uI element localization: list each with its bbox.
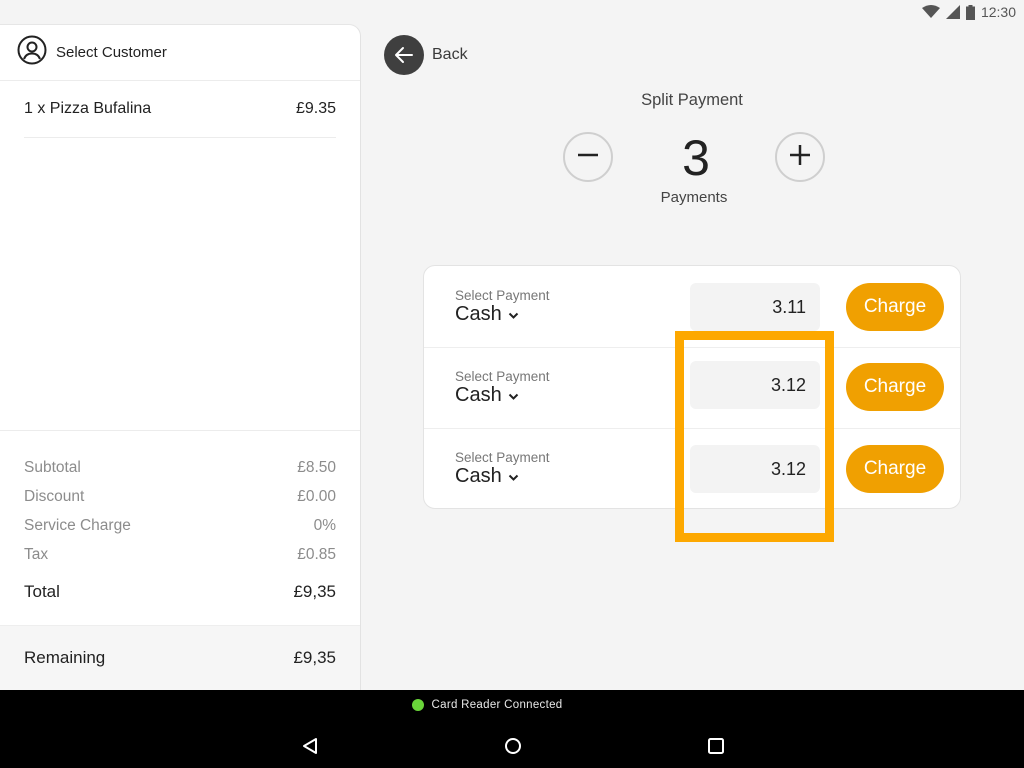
remaining-value: £9,35 <box>293 648 336 667</box>
back-nav-icon[interactable] <box>298 734 322 758</box>
summary-label: Tax <box>24 545 49 563</box>
payment-amount-input[interactable] <box>690 283 820 331</box>
payment-method-value: Cash <box>455 465 502 487</box>
total-label: Total <box>24 582 60 601</box>
payment-row: Select Payment Cash Charge <box>424 266 960 347</box>
order-summary: Subtotal £8.50 Discount £0.00 Service Ch… <box>0 430 360 607</box>
item-name: 1 x Pizza Bufalina <box>24 100 152 117</box>
card-reader-status: Card Reader Connected <box>0 699 1024 711</box>
recents-nav-icon[interactable] <box>704 734 728 758</box>
total-value: £9,35 <box>293 582 336 601</box>
summary-value: £8.50 <box>297 458 336 476</box>
select-customer-button[interactable]: Select Customer <box>0 25 360 81</box>
charge-button[interactable]: Charge <box>846 283 944 331</box>
summary-label: Service Charge <box>24 516 131 534</box>
decrease-payments-button[interactable] <box>563 132 613 182</box>
status-bar: 12:30 <box>921 0 1024 24</box>
plus-icon <box>788 143 812 172</box>
select-payment-label: Select Payment <box>455 369 550 384</box>
payment-amount-input[interactable] <box>690 361 820 409</box>
payment-row: Select Payment Cash Charge <box>424 428 960 508</box>
payments-list: Select Payment Cash Charge Select Paymen… <box>423 265 961 509</box>
charge-button[interactable]: Charge <box>846 363 944 411</box>
payment-method-select[interactable]: Select Payment Cash <box>455 288 550 326</box>
home-nav-icon[interactable] <box>501 734 525 758</box>
battery-icon <box>965 4 975 20</box>
select-payment-label: Select Payment <box>455 450 550 465</box>
summary-row-total: Total £9,35 <box>24 577 336 607</box>
order-line-item[interactable]: 1 x Pizza Bufalina £9.35 <box>24 81 336 138</box>
summary-label: Subtotal <box>24 458 81 476</box>
arrow-left-icon <box>384 35 424 75</box>
summary-value: £0.85 <box>297 545 336 563</box>
summary-value: 0% <box>313 516 336 534</box>
system-nav-bar: Card Reader Connected <box>0 690 1024 768</box>
payment-count: 3 <box>682 130 710 186</box>
card-reader-status-text: Card Reader Connected <box>431 699 563 711</box>
payment-amount-input[interactable] <box>690 445 820 493</box>
chevron-down-icon <box>508 303 519 326</box>
increase-payments-button[interactable] <box>775 132 825 182</box>
payment-method-value: Cash <box>455 303 502 325</box>
pos-screen: 12:30 Select Customer 1 x Pizza Bufalina… <box>0 0 1024 768</box>
connected-status-icon <box>411 699 424 711</box>
chevron-down-icon <box>508 384 519 407</box>
chevron-down-icon <box>508 465 519 488</box>
user-circle-icon <box>17 35 47 70</box>
back-button[interactable]: Back <box>384 35 468 75</box>
summary-row-subtotal: Subtotal £8.50 <box>24 453 336 482</box>
remaining-label: Remaining <box>24 648 106 667</box>
split-payment-title: Split Payment <box>641 91 743 109</box>
cell-signal-icon <box>945 5 960 19</box>
order-panel: Select Customer 1 x Pizza Bufalina £9.35… <box>0 24 361 690</box>
payment-count-label: Payments <box>660 189 728 206</box>
back-label: Back <box>432 46 468 63</box>
minus-icon <box>576 143 600 172</box>
summary-row-discount: Discount £0.00 <box>24 482 336 511</box>
summary-row-tax: Tax £0.85 <box>24 540 336 569</box>
summary-row-service-charge: Service Charge 0% <box>24 511 336 540</box>
select-payment-label: Select Payment <box>455 288 550 303</box>
summary-label: Discount <box>24 487 85 505</box>
payment-method-select[interactable]: Select Payment Cash <box>455 369 550 407</box>
select-customer-label: Select Customer <box>56 44 167 61</box>
summary-value: £0.00 <box>297 487 336 505</box>
payment-row: Select Payment Cash Charge <box>424 347 960 428</box>
payment-method-value: Cash <box>455 384 502 406</box>
wifi-icon <box>921 5 940 19</box>
charge-button[interactable]: Charge <box>846 445 944 493</box>
clock-time: 12:30 <box>980 4 1016 20</box>
remaining-row: Remaining £9,35 <box>0 625 360 690</box>
payment-method-select[interactable]: Select Payment Cash <box>455 450 550 488</box>
item-price: £9.35 <box>295 100 336 117</box>
